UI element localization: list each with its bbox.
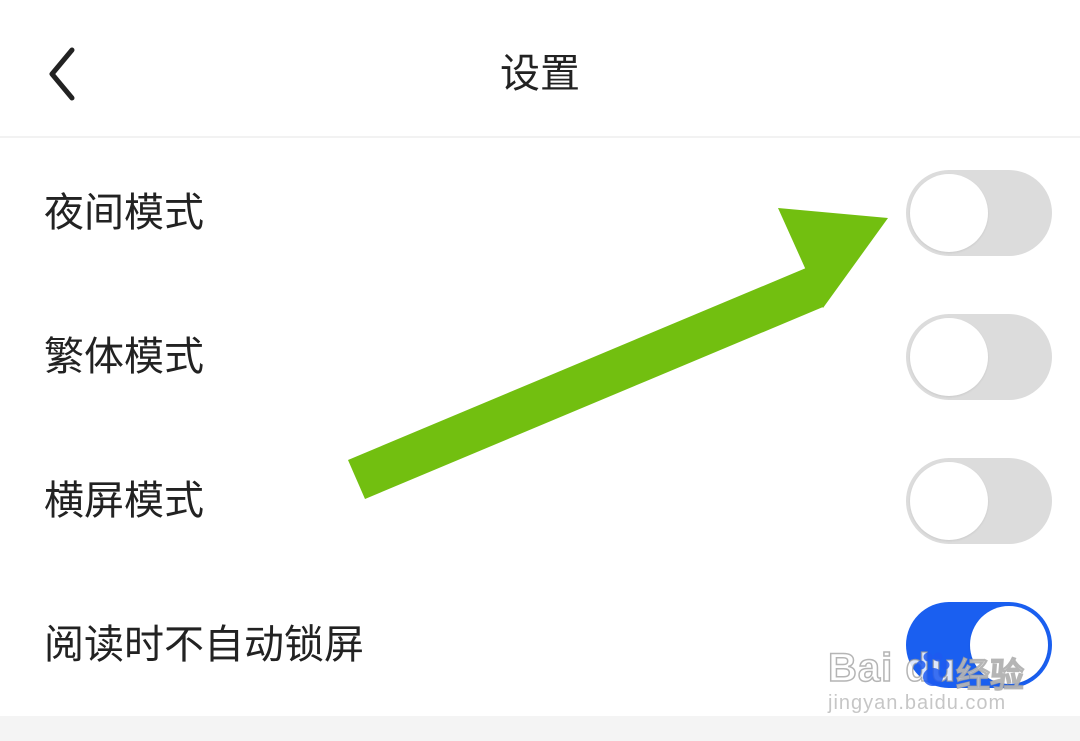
bottom-divider-band <box>0 716 1080 741</box>
setting-label: 阅读时不自动锁屏 <box>44 622 364 668</box>
toggle-knob <box>970 606 1048 684</box>
toggle-knob <box>910 174 988 252</box>
setting-label: 繁体模式 <box>44 334 204 380</box>
toggle-knob <box>910 462 988 540</box>
traditional-mode-toggle[interactable] <box>906 314 1052 400</box>
setting-row-landscape-mode[interactable]: 横屏模式 <box>0 429 1080 573</box>
header-bar: 设置 <box>0 0 1080 138</box>
setting-row-traditional-mode[interactable]: 繁体模式 <box>0 285 1080 429</box>
setting-label: 横屏模式 <box>44 478 204 524</box>
night-mode-toggle[interactable] <box>906 170 1052 256</box>
toggle-knob <box>910 318 988 396</box>
setting-row-night-mode[interactable]: 夜间模式 <box>0 141 1080 285</box>
landscape-mode-toggle[interactable] <box>906 458 1052 544</box>
setting-row-no-auto-lock[interactable]: 阅读时不自动锁屏 <box>0 573 1080 717</box>
page-title: 设置 <box>500 51 580 97</box>
no-auto-lock-toggle[interactable] <box>906 602 1052 688</box>
setting-label: 夜间模式 <box>44 190 204 236</box>
